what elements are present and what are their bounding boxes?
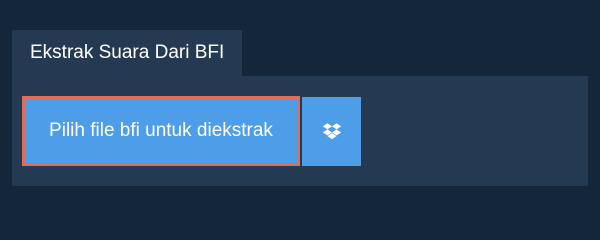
tab-extract-audio[interactable]: Ekstrak Suara Dari BFI — [12, 30, 243, 76]
dropbox-icon — [321, 121, 343, 143]
choose-file-label: Pilih file bfi untuk diekstrak — [49, 120, 273, 141]
choose-file-button[interactable]: Pilih file bfi untuk diekstrak — [22, 96, 300, 166]
dropbox-button[interactable] — [302, 97, 361, 166]
tab-label: Ekstrak Suara Dari BFI — [30, 42, 225, 63]
upload-panel: Pilih file bfi untuk diekstrak — [12, 76, 588, 186]
